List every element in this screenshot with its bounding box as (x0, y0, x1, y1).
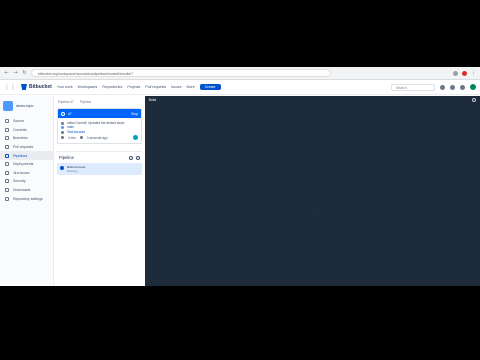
sidebar-item-branches[interactable]: Branches (0, 134, 53, 143)
breadcrumb-item-pipeline[interactable]: Pipeline (80, 100, 91, 104)
log-settings-icon[interactable] (472, 98, 476, 102)
menu-projects[interactable]: Projects (127, 85, 140, 89)
sidebar-item-downloads[interactable]: Downloads (0, 186, 53, 195)
page-body: demo-repo Source Commits Branches Pull r… (0, 96, 480, 286)
browser-menu-icon[interactable]: ⋮ (471, 70, 476, 76)
sidebar-item-pipelines[interactable]: Pipelines (0, 151, 53, 160)
breadcrumb: Pipeline #7 Pipeline (57, 100, 142, 104)
pipeline-run-card: #7 Stop Initial Commit: Updated the defa… (57, 108, 142, 145)
downloads-icon (5, 188, 9, 193)
menu-more[interactable]: More (187, 85, 195, 89)
stop-button[interactable]: Stop (131, 112, 138, 116)
sidebar-item-security[interactable]: Security (0, 177, 53, 186)
run-number: #7 (68, 111, 72, 116)
security-icon (5, 179, 9, 184)
user-icon (61, 130, 64, 134)
log-cursor: _ (314, 212, 316, 216)
author-row: Test Account (61, 130, 138, 134)
run-status-bar: #7 Stop (58, 109, 141, 118)
sidebar-item-label: Downloads (13, 188, 31, 193)
sidebar-item-label: Deployments (13, 162, 34, 167)
repository-avatar (3, 101, 13, 111)
sidebar-item-commits[interactable]: Commits (0, 126, 53, 135)
sidebar-item-label: Pipelines (13, 153, 28, 158)
app-switcher-icon[interactable]: ⋮⋮ (4, 84, 16, 91)
sidebar-item-pull-requests[interactable]: Pull requests (0, 143, 53, 152)
commit-icon (61, 121, 64, 125)
menu-workspaces[interactable]: Workspaces (78, 85, 98, 89)
pipeline-step[interactable]: Build and test Running (57, 163, 142, 176)
commits-icon (5, 127, 9, 132)
log-header: Build (145, 96, 480, 104)
sidebar-item-label: Jira issues (13, 170, 30, 175)
pipelines-icon (5, 153, 9, 158)
sidebar-item-label: Repository settings (13, 196, 43, 201)
avatar[interactable] (133, 135, 138, 141)
repository-name: demo-repo (16, 104, 34, 108)
breadcrumb-item-pipeline-run[interactable]: Pipeline #7 (58, 100, 74, 104)
run-time: 3 seconds ago (86, 135, 108, 140)
forward-icon[interactable]: → (13, 70, 18, 76)
sidebar-item-repository-settings[interactable]: Repository settings (0, 194, 53, 203)
menu-your-work[interactable]: Your work (57, 85, 73, 89)
author-link[interactable]: Test Account (67, 130, 85, 134)
step-status-icon (60, 166, 64, 171)
run-duration: 4 min (68, 135, 76, 140)
settings-gear-icon[interactable] (460, 84, 465, 90)
menu-issues[interactable]: Issues (171, 85, 181, 89)
calendar-icon (79, 136, 83, 140)
pipeline-steps-header: Pipeline (57, 155, 142, 163)
search-input[interactable]: Search (391, 83, 435, 91)
browser-window: ← → ↻ bitbucket.org/workspace/repo/addon… (0, 67, 480, 286)
menu-repositories[interactable]: Repositories (102, 85, 122, 89)
settings-icon (5, 196, 9, 201)
bitbucket-logo-icon (21, 84, 27, 90)
more-options-icon[interactable] (136, 155, 140, 160)
extension-icon[interactable] (453, 70, 458, 76)
reload-icon[interactable]: ↻ (22, 70, 27, 76)
repository-header[interactable]: demo-repo (0, 101, 53, 117)
avatar[interactable] (470, 84, 476, 90)
pipeline-details: Pipeline #7 Pipeline #7 Stop Initial Com… (54, 96, 155, 286)
run-meta: 4 min 3 seconds ago (61, 135, 138, 141)
help-icon[interactable] (450, 84, 455, 90)
branches-icon (5, 136, 9, 141)
sidebar-item-deployments[interactable]: Deployments (0, 160, 53, 169)
source-icon (5, 119, 9, 124)
deployments-icon (5, 162, 9, 167)
step-status: Running (67, 169, 78, 174)
notifications-icon[interactable] (440, 84, 445, 90)
sidebar-item-label: Source (13, 119, 25, 124)
pull-requests-icon (5, 145, 9, 150)
address-bar[interactable]: bitbucket.org/workspace/repo/addon/pipel… (31, 69, 331, 77)
create-button[interactable]: Create (199, 84, 221, 90)
sidebar-item-label: Security (13, 179, 26, 184)
sidebar-item-jira-issues[interactable]: Jira issues (0, 169, 53, 178)
sidebar-item-label: Pull requests (13, 145, 34, 150)
product-header: ⋮⋮ Bitbucket Your work Workspaces Reposi… (0, 80, 480, 95)
sidebar-item-label: Branches (13, 136, 28, 141)
in-progress-icon (61, 111, 65, 116)
run-details: Initial Commit: Updated the default step… (58, 118, 141, 143)
jira-icon (5, 170, 9, 175)
menu-pull-requests[interactable]: Pull requests (145, 85, 166, 89)
rerun-icon[interactable] (129, 155, 133, 160)
pipeline-steps-panel: Pipeline Build and test Running (57, 151, 142, 176)
browser-chrome: ← → ↻ bitbucket.org/workspace/repo/addon… (0, 67, 480, 80)
bitbucket-logo[interactable]: Bitbucket (21, 84, 52, 90)
log-title: Build (149, 98, 157, 102)
build-log-panel: Build _ (145, 96, 480, 286)
back-icon[interactable]: ← (4, 70, 9, 76)
sidebar-item-label: Commits (13, 127, 27, 132)
sidebar-item-source[interactable]: Source (0, 117, 53, 126)
clock-icon (61, 136, 64, 140)
branch-icon (61, 126, 64, 130)
product-name: Bitbucket (29, 84, 52, 90)
commit-message[interactable]: Initial Commit: Updated the default step… (67, 121, 124, 125)
repository-sidebar: demo-repo Source Commits Branches Pull r… (0, 96, 54, 286)
pipeline-steps-title: Pipeline (59, 155, 74, 161)
profile-icon[interactable] (462, 70, 467, 76)
